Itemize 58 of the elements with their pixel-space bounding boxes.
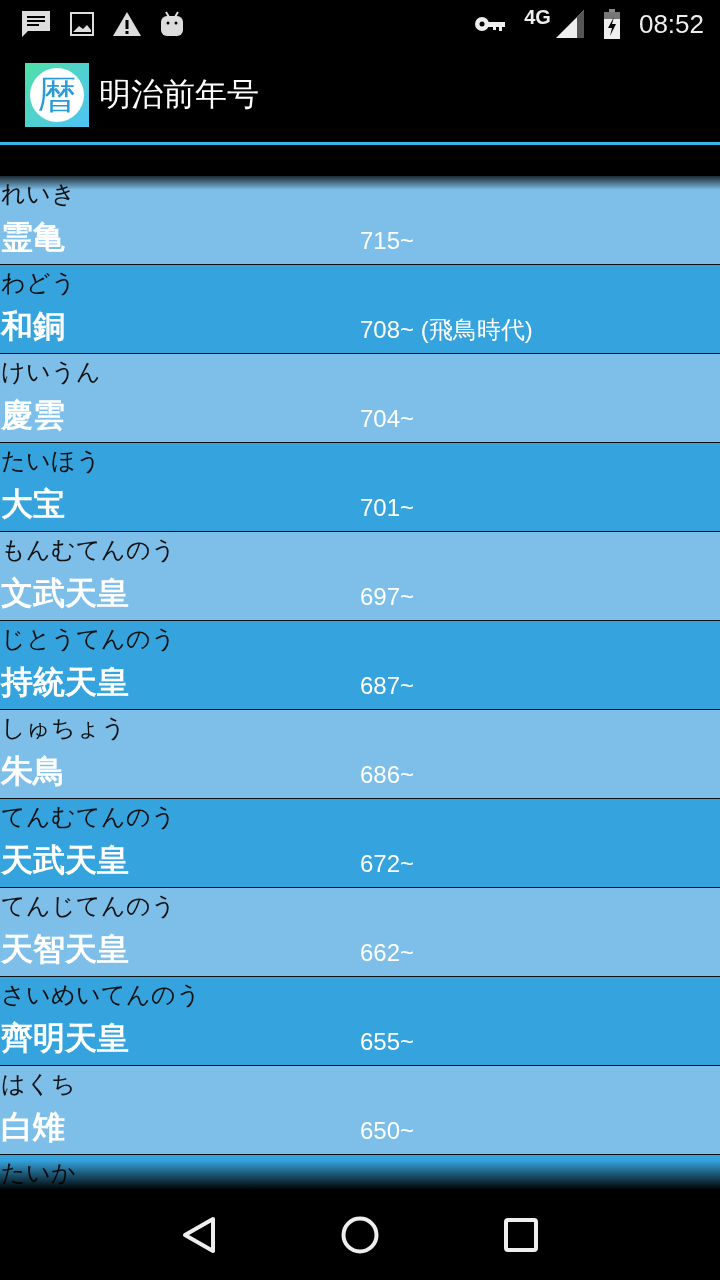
era-list-item[interactable]: はくち 白雉 650~: [0, 1066, 720, 1155]
era-reading: たいほう: [0, 446, 101, 477]
era-list-item[interactable]: もんむてんのう 文武天皇 697~: [0, 532, 720, 621]
era-start-year: 708~ (飛鳥時代): [360, 315, 533, 345]
era-reading: てんむてんのう: [0, 802, 176, 833]
back-icon[interactable]: [182, 1216, 217, 1254]
era-name: 大宝: [1, 485, 65, 523]
message-icon: [20, 9, 52, 39]
era-list-item[interactable]: てんむてんのう 天武天皇 672~: [0, 799, 720, 888]
era-reading: はくち: [0, 1069, 76, 1100]
era-list-item[interactable]: れいき 霊亀 715~: [0, 176, 720, 265]
era-start-year: 701~: [360, 494, 415, 522]
era-reading: じとうてんのう: [0, 624, 176, 655]
era-name: 霊亀: [1, 218, 65, 256]
battery-charging-icon: [602, 9, 621, 39]
era-list-item[interactable]: てんじてんのう 天智天皇 662~: [0, 888, 720, 977]
home-icon[interactable]: [341, 1216, 379, 1254]
era-name: 齊明天皇: [1, 1019, 129, 1057]
era-list-item[interactable]: しゅちょう 朱鳥 686~: [0, 710, 720, 799]
era-start-year: 655~: [360, 1028, 415, 1056]
era-start-year: 697~: [360, 583, 415, 611]
era-start-year: 650~: [360, 1117, 415, 1145]
era-start-year: 704~: [360, 405, 415, 433]
era-start-year: 715~: [360, 227, 415, 255]
era-reading: けいうん: [0, 357, 101, 388]
era-name: 慶雲: [1, 396, 65, 434]
era-reading: さいめいてんのう: [0, 980, 201, 1011]
era-name: 天智天皇: [1, 930, 129, 968]
era-list-item[interactable]: わどう 和銅 708~ (飛鳥時代): [0, 265, 720, 354]
era-name: 持統天皇: [1, 663, 129, 701]
era-list-item[interactable]: けいうん 慶雲 704~: [0, 354, 720, 443]
android-icon: [160, 11, 184, 37]
era-reading: もんむてんのう: [0, 535, 176, 566]
era-reading: たいか: [0, 1158, 76, 1189]
warning-icon: [112, 11, 142, 37]
era-reading: てんじてんのう: [0, 891, 176, 922]
era-name: 和銅: [1, 307, 65, 345]
era-reading: れいき: [0, 179, 76, 210]
era-list-item[interactable]: たいほう 大宝 701~: [0, 443, 720, 532]
era-name: 文武天皇: [1, 574, 129, 612]
era-start-year: 662~: [360, 939, 415, 967]
era-name: 天武天皇: [1, 841, 129, 879]
era-name: 白雉: [1, 1108, 65, 1146]
era-start-year: 686~: [360, 761, 415, 789]
app-title: 明治前年号: [99, 74, 259, 115]
signal-icon: [554, 9, 585, 39]
image-icon: [70, 12, 94, 36]
era-reading: わどう: [0, 268, 76, 299]
era-list-item[interactable]: じとうてんのう 持統天皇 687~: [0, 621, 720, 710]
era-list-item[interactable]: さいめいてんのう 齊明天皇 655~: [0, 977, 720, 1066]
era-start-year: 672~: [360, 850, 415, 878]
key-icon: [474, 15, 507, 33]
era-start-year: 687~: [360, 672, 415, 700]
network-type: 4G: [524, 6, 551, 29]
recents-icon[interactable]: [503, 1218, 538, 1252]
era-reading: しゅちょう: [0, 713, 126, 744]
clock: 08:52: [638, 8, 704, 40]
era-name: 朱鳥: [1, 752, 65, 790]
